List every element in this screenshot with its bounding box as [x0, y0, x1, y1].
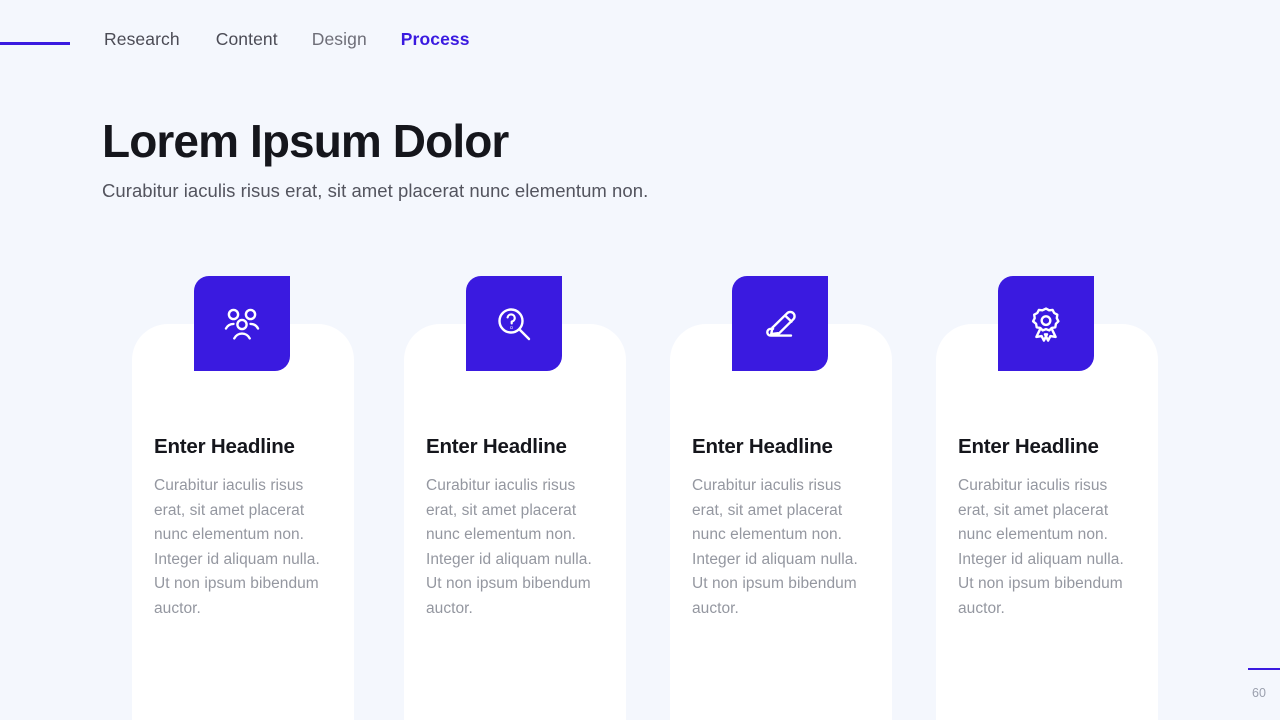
nav-item-research[interactable]: Research	[104, 29, 180, 50]
top-navigation: Research Content Design Process	[0, 0, 1280, 86]
card-body-text: Curabitur iaculis risus erat, sit amet p…	[426, 477, 592, 617]
page-title: Lorem Ipsum Dolor	[102, 115, 509, 167]
award-badge-icon	[998, 276, 1094, 371]
page-number-rule	[1248, 668, 1280, 670]
card-headline: Enter Headline	[154, 435, 295, 458]
process-card-row: Enter Headline Curabitur iaculis risus e…	[132, 276, 1162, 720]
card-body-text: Curabitur iaculis risus erat, sit amet p…	[958, 477, 1124, 617]
nav-item-list: Research Content Design Process	[104, 29, 470, 50]
process-card[interactable]: Enter Headline Curabitur iaculis risus e…	[670, 276, 892, 720]
card-headline: Enter Headline	[426, 435, 567, 458]
process-card[interactable]: Enter Headline Curabitur iaculis risus e…	[404, 276, 626, 720]
magnifier-question-icon	[466, 276, 562, 371]
card-body-text: Curabitur iaculis risus erat, sit amet p…	[692, 477, 858, 617]
nav-item-content[interactable]: Content	[216, 29, 278, 50]
heading-block: Lorem Ipsum Dolor Curabitur iaculis risu…	[102, 114, 1002, 203]
nav-accent-rule	[0, 42, 70, 45]
card-headline: Enter Headline	[958, 435, 1099, 458]
page-number: 60	[1252, 686, 1266, 700]
process-card[interactable]: Enter Headline Curabitur iaculis risus e…	[936, 276, 1158, 720]
nav-item-process[interactable]: Process	[401, 29, 470, 50]
process-card[interactable]: Enter Headline Curabitur iaculis risus e…	[132, 276, 354, 720]
users-group-icon	[194, 276, 290, 371]
card-body-text: Curabitur iaculis risus erat, sit amet p…	[154, 477, 320, 617]
card-headline: Enter Headline	[692, 435, 833, 458]
page-subtitle: Curabitur iaculis risus erat, sit amet p…	[102, 180, 649, 201]
pencil-write-icon	[732, 276, 828, 371]
nav-item-design[interactable]: Design	[312, 29, 367, 50]
